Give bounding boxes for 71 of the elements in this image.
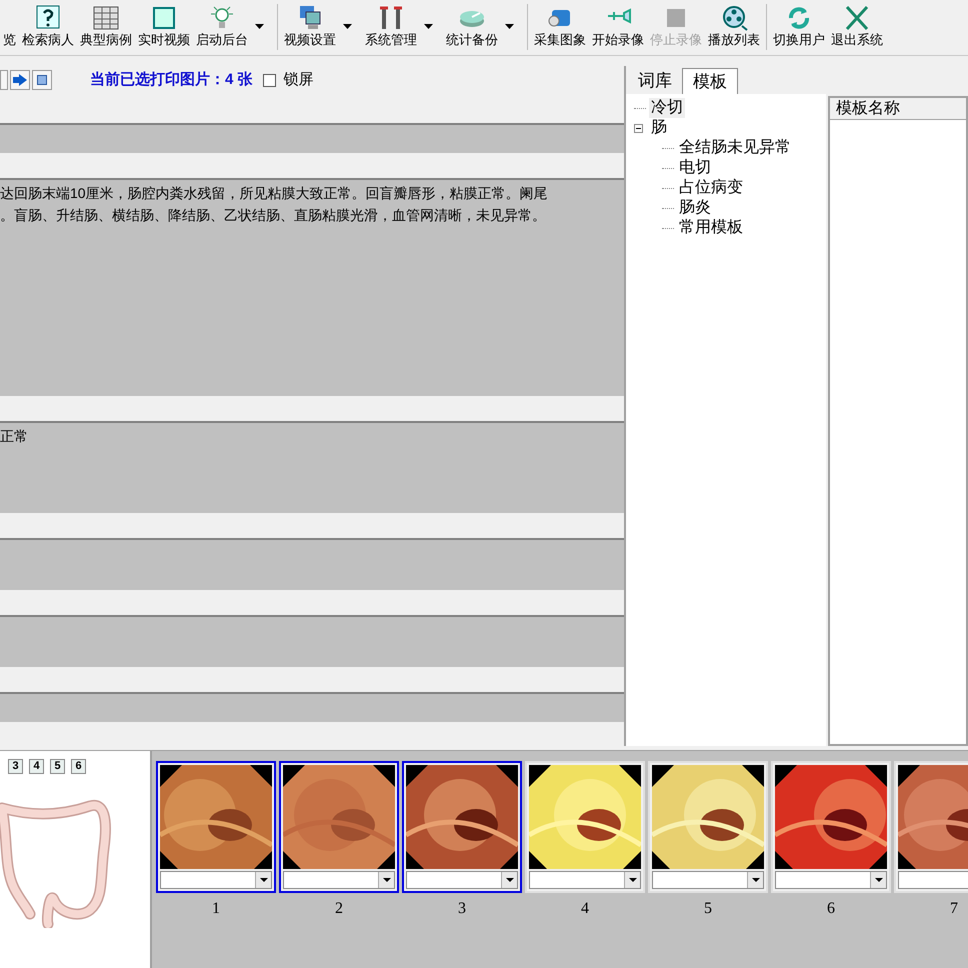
image-number: 4 [581,899,589,919]
image-number: 2 [335,899,343,919]
region-button[interactable]: 4 [29,759,44,774]
toolbar-button[interactable]: 检索病人 [19,4,77,48]
dropdown-field[interactable] [283,871,395,889]
image-number: 5 [704,899,712,919]
text-line: 达回肠末端10厘米，肠腔内粪水残留，所见粘膜大致正常。回盲瓣唇形，粘膜正常。阑尾 [0,184,549,203]
tree-item[interactable]: 肠炎 [677,198,713,218]
dropdown-field[interactable] [775,871,887,889]
grid-icon [92,4,120,32]
tools-icon [377,4,405,32]
toolbar-button[interactable]: 典型病例 [77,4,135,48]
text-area[interactable]: 达回肠末端10厘米，肠腔内粪水残留，所见粘膜大致正常。回盲瓣唇形，粘膜正常。阑尾 。盲肠、升结肠、横结肠、降结肠、乙状结肠、直肠粘膜光滑，血管网清晰，未见异常。 [0,180,624,396]
text-line: 正常 [0,427,29,446]
tree-item[interactable]: 电切 [677,158,713,178]
text-area[interactable]: 正常 [0,423,624,513]
frame-icon [150,4,178,32]
toolbar-button[interactable]: 系统管理 [362,4,420,48]
thumbnail-card[interactable] [156,761,276,893]
region-button[interactable]: 3 [8,759,23,774]
caret-icon [747,872,763,888]
tree-item[interactable]: 全结肠未见异常 [677,138,793,158]
dropdown-field[interactable] [652,871,764,889]
region-button[interactable]: 5 [50,759,65,774]
toolbar-button[interactable]: 统计备份 [443,4,501,48]
dropdown-arrow-icon[interactable] [343,24,352,29]
tree-item[interactable]: 占位病变 [677,178,745,198]
text-line: 。盲肠、升结肠、横结肠、降结肠、乙状结肠、直肠粘膜光滑，血管网清晰，未见异常。 [0,206,547,225]
tree-item[interactable]: 肠 [649,118,669,138]
dropdown-field[interactable] [529,871,641,889]
dropdown-arrow-icon[interactable] [255,24,264,29]
collapse-toggle-icon[interactable] [634,124,643,132]
region-button[interactable]: 6 [71,759,86,774]
image-number: 3 [458,899,466,919]
dropdown-arrow-icon[interactable] [424,24,433,29]
caret-icon [255,872,271,888]
caret-icon [501,872,517,888]
image-number: 7 [950,899,958,919]
tree-item[interactable]: 冷切 [649,98,685,118]
tree-item[interactable]: 常用模板 [677,218,745,238]
caret-icon [378,872,394,888]
toolbar-button[interactable]: 视频设置 [281,4,339,48]
stop-button[interactable] [32,70,52,90]
film-reel-icon [720,4,748,32]
thumbnail-card[interactable] [279,761,399,893]
arrow-icon [13,74,27,86]
toolbar-button[interactable]: 退出系统 [828,4,886,48]
toolbar-button[interactable]: 实时视频 [135,4,193,48]
close-icon [843,4,871,32]
lock-screen-label: 锁屏 [284,70,314,90]
toolbar-button[interactable]: 采集图象 [531,4,589,48]
toolbar-button[interactable]: 启动后台 [193,4,251,48]
image-number: 6 [827,899,835,919]
toolbar-button[interactable]: 览 [0,4,19,48]
lock-screen-checkbox[interactable] [262,74,276,86]
caret-icon [870,872,886,888]
print-status: 当前已选打印图片：4 张 [90,70,253,90]
toolbar-button[interactable]: 播放列表 [705,4,763,48]
toolbar-button[interactable]: 切换用户 [770,4,828,48]
tab[interactable]: 模板 [682,68,738,94]
dropdown-arrow-icon[interactable] [505,24,514,29]
dropdown-field[interactable] [160,871,272,889]
image-number: 1 [212,899,220,919]
caret-icon [624,872,640,888]
thumbnail-card[interactable] [402,761,522,893]
dropdown-field[interactable] [406,871,518,889]
square-icon [37,75,47,85]
toolbar-button[interactable]: 开始录像 [589,4,647,48]
next-page-button[interactable] [10,70,30,90]
column-header[interactable]: 模板名称 [830,98,966,120]
previous-page-button[interactable] [0,70,8,90]
